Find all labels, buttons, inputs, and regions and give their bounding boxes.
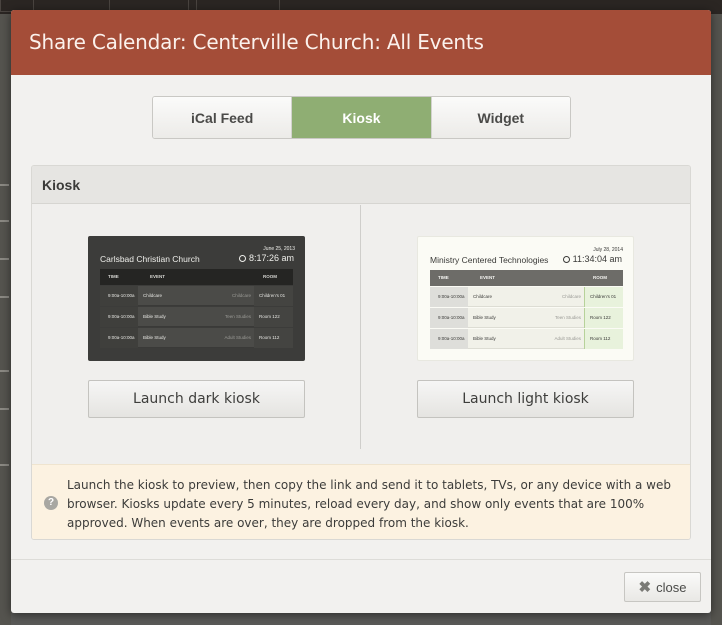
kiosk-divider xyxy=(360,205,361,449)
row-location: Adult Studies xyxy=(224,335,251,340)
col-event-header: EVENT xyxy=(150,274,166,279)
row-room: Room 122 xyxy=(584,308,623,328)
launch-light-kiosk-button[interactable]: Launch light kiosk xyxy=(417,380,634,418)
row-time: 9:00a-10:00a xyxy=(430,308,468,328)
row-event: Bible Study xyxy=(473,336,496,341)
backdrop-mark xyxy=(0,464,9,466)
row-time: 9:00a-10:00a xyxy=(100,307,138,327)
row-time: 9:00a-10:00a xyxy=(430,287,468,307)
row-time: 9:00a-10:00a xyxy=(100,286,138,306)
kiosk-clock: 11:34:04 am xyxy=(562,254,622,264)
tab-ical-feed[interactable]: iCal Feed xyxy=(153,97,293,138)
kiosk-row: 9:00a-10:00a Childcare Childcare Childre… xyxy=(100,286,293,306)
kiosk-org-name: Carlsbad Christian Church xyxy=(100,254,200,264)
kiosk-row: 9:00a-10:00a Bible Study Teen Studies Ro… xyxy=(100,307,293,327)
row-time: 9:00a-10:00a xyxy=(430,329,468,349)
question-icon: ? xyxy=(44,496,58,510)
row-location: Childcare xyxy=(561,294,581,299)
tab-widget[interactable]: Widget xyxy=(431,97,570,138)
row-event: Bible Study xyxy=(473,315,496,320)
backdrop-mark xyxy=(0,296,9,298)
kiosk-options: June 25, 2013 Carlsbad Christian Church … xyxy=(32,205,690,449)
backdrop-mark xyxy=(0,370,9,372)
backdrop-left xyxy=(0,14,11,625)
row-location: Teen Studies xyxy=(554,315,581,320)
kiosk-time: 8:17:26 am xyxy=(248,253,294,263)
dialog-title: Share Calendar: Centerville Church: All … xyxy=(29,30,484,54)
kiosk-row: 9:00a-10:00a Bible Study Adult Studies R… xyxy=(100,328,293,348)
share-calendar-dialog: Share Calendar: Centerville Church: All … xyxy=(11,10,711,613)
row-room: Room 112 xyxy=(254,328,293,348)
kiosk-row: 9:00a-10:00a Childcare Childcare Childre… xyxy=(430,287,623,307)
kiosk-row: 9:00a-10:00a Bible Study Adult Studies R… xyxy=(430,329,623,349)
row-location: Teen Studies xyxy=(224,314,251,319)
col-room-header: ROOM xyxy=(593,275,607,280)
row-location: Adult Studies xyxy=(554,336,581,341)
row-event: Bible Study xyxy=(143,314,166,319)
share-type-tabs: iCal Feed Kiosk Widget xyxy=(152,96,571,139)
kiosk-clock: 8:17:26 am xyxy=(238,253,294,263)
dialog-header: Share Calendar: Centerville Church: All … xyxy=(11,10,711,75)
kiosk-panel: Kiosk June 25, 2013 Carlsbad Christian C… xyxy=(31,165,691,540)
kiosk-date: July 28, 2014 xyxy=(593,247,623,253)
kiosk-info-note: ? Launch the kiosk to preview, then copy… xyxy=(32,464,690,539)
kiosk-row: 9:00a-10:00a Bible Study Teen Studies Ro… xyxy=(430,308,623,328)
backdrop-mark xyxy=(0,258,9,260)
col-room-header: ROOM xyxy=(263,274,277,279)
row-room: Children's 01 xyxy=(254,286,293,306)
kiosk-org-name: Ministry Centered Technologies xyxy=(430,255,549,265)
col-event-header: EVENT xyxy=(480,275,496,280)
row-room: Room 122 xyxy=(254,307,293,327)
row-time: 9:00a-10:00a xyxy=(100,328,138,348)
kiosk-date: June 25, 2013 xyxy=(263,246,295,252)
backdrop-mark xyxy=(0,220,9,222)
clock-icon xyxy=(238,254,246,262)
row-event: Childcare xyxy=(143,293,163,298)
dark-kiosk-preview: June 25, 2013 Carlsbad Christian Church … xyxy=(88,236,305,361)
tab-kiosk[interactable]: Kiosk xyxy=(292,97,432,138)
row-room: Room 112 xyxy=(584,329,623,349)
kiosk-table-header: TIME EVENT ROOM xyxy=(100,269,293,285)
panel-title: Kiosk xyxy=(32,166,690,204)
row-event: Childcare xyxy=(473,294,493,299)
light-kiosk-preview: July 28, 2014 Ministry Centered Technolo… xyxy=(417,236,634,361)
close-icon: ✖ xyxy=(638,578,652,596)
launch-dark-kiosk-button[interactable]: Launch dark kiosk xyxy=(88,380,305,418)
close-label: close xyxy=(656,579,687,595)
footer-divider xyxy=(11,559,711,560)
row-room: Children's 01 xyxy=(584,287,623,307)
row-location: Childcare xyxy=(231,293,251,298)
row-event: Bible Study xyxy=(143,335,166,340)
kiosk-table-header: TIME EVENT ROOM xyxy=(430,270,623,286)
backdrop-mark xyxy=(0,408,9,410)
col-time-header: TIME xyxy=(108,274,119,279)
backdrop-right xyxy=(711,14,722,625)
col-time-header: TIME xyxy=(438,275,449,280)
kiosk-time: 11:34:04 am xyxy=(572,254,622,264)
clock-icon xyxy=(562,255,570,263)
note-text: Launch the kiosk to preview, then copy t… xyxy=(67,478,671,530)
backdrop-mark xyxy=(0,184,9,186)
close-button[interactable]: ✖ close xyxy=(624,572,701,602)
